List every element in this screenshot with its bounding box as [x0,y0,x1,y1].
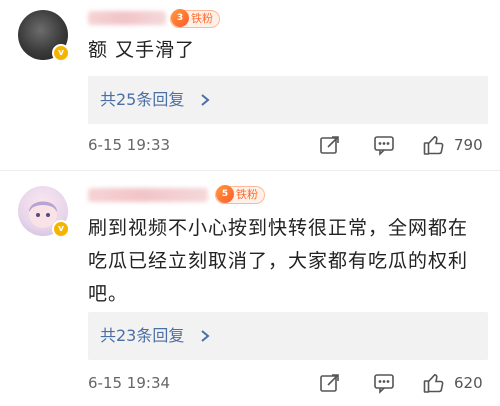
comment-time: 6-15 19:33 [88,136,171,154]
view-replies-button[interactable]: 共23条回复 [88,312,488,360]
fan-badge-label: 铁粉 [191,12,213,25]
share-icon[interactable] [318,133,342,157]
chevron-right-icon [200,76,210,143]
share-icon[interactable] [318,371,342,395]
comment-icon[interactable] [372,371,396,395]
comment-text: 额 又手滑了 [88,39,196,61]
comment-time: 6-15 19:34 [88,374,171,392]
thumbs-up-icon[interactable] [422,133,446,157]
like-count: 790 [454,136,483,154]
fan-level: 5 [216,185,234,203]
fan-level: 3 [171,9,189,27]
fan-badge-label: 铁粉 [236,188,258,201]
username-redacted[interactable] [88,188,208,202]
chevron-right-icon [200,312,210,379]
vip-badge-icon: v [52,220,70,238]
thumbs-up-icon[interactable] [422,371,446,395]
comment-text: 刷到视频不小心按到快转很正常，全网都在吃瓜已经立刻取消了，大家都有吃瓜的权利吧。 [88,217,469,305]
view-replies-button[interactable]: 共25条回复 [88,76,488,124]
fan-badge[interactable]: 5 铁粉 [215,185,265,204]
comment-item: v 5 铁粉 刷到视频不小心按到快转很正常，全网都在吃瓜已经立刻取消了，大家都有… [0,172,500,406]
vip-badge-icon: v [52,44,70,62]
fan-badge[interactable]: 3 铁粉 [170,9,220,28]
comment-icon[interactable] [372,133,396,157]
username-redacted[interactable] [88,11,166,25]
replies-label: 共25条回复 [100,90,185,109]
comment-item: v 3 铁粉 额 又手滑了 共25条回复 6-15 19:33 790 [0,0,500,170]
like-count: 620 [454,374,483,392]
replies-label: 共23条回复 [100,326,185,345]
divider [0,170,500,171]
